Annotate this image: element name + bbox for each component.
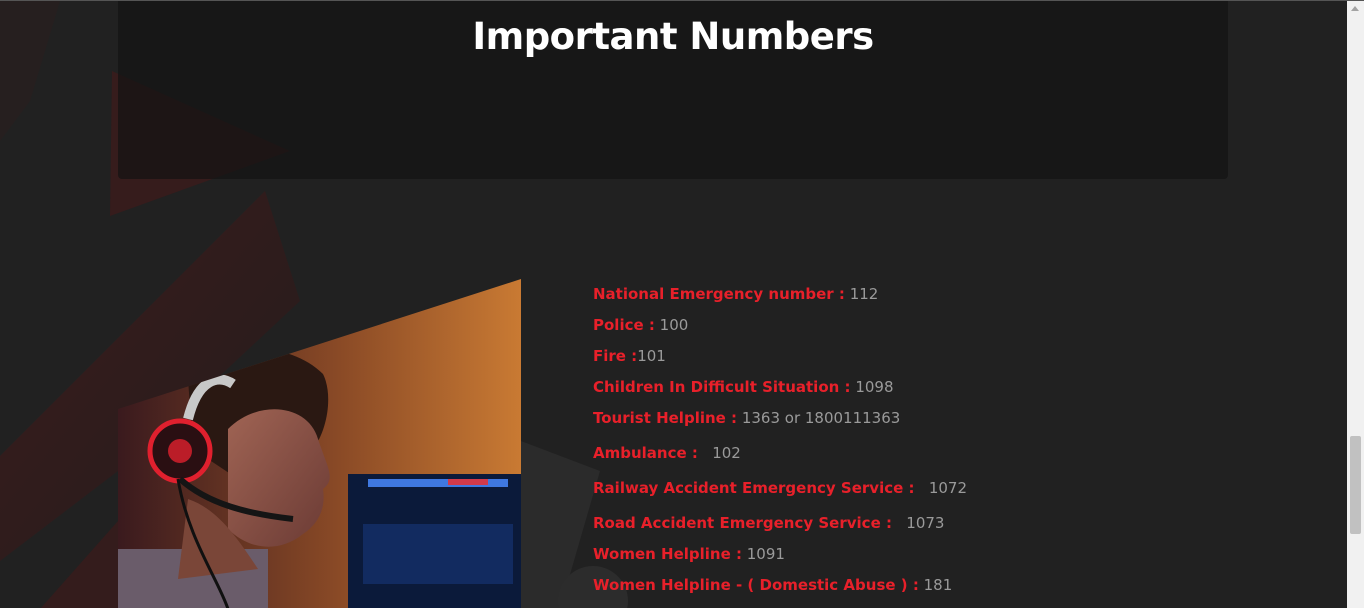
scrollbar-thumb[interactable] bbox=[1350, 436, 1361, 534]
number-value: 1098 bbox=[855, 378, 894, 396]
list-item: Railway Accident Emergency Service : 107… bbox=[593, 477, 967, 499]
list-item: Women Helpline : 1091 bbox=[593, 543, 785, 565]
number-value: 1091 bbox=[746, 545, 785, 563]
list-item: Police : 100 bbox=[593, 314, 688, 336]
list-item: Women Helpline - ( Domestic Abuse ) : 18… bbox=[593, 574, 952, 596]
vertical-scrollbar[interactable] bbox=[1347, 1, 1364, 608]
number-label: Women Helpline : bbox=[593, 545, 742, 563]
page-title: Important Numbers bbox=[472, 15, 874, 58]
number-label: Ambulance : bbox=[593, 444, 698, 462]
number-label: Road Accident Emergency Service : bbox=[593, 514, 892, 532]
page: Important Numbers National Emergency num… bbox=[0, 0, 1364, 608]
number-label: Police : bbox=[593, 316, 655, 334]
number-value: 102 bbox=[712, 444, 741, 462]
monitor-glow-2 bbox=[363, 524, 513, 584]
headset-operator-photo bbox=[118, 279, 521, 608]
number-value: 100 bbox=[659, 316, 689, 334]
number-label: Tourist Helpline : bbox=[593, 409, 738, 427]
number-value: 1072 bbox=[928, 479, 967, 497]
list-item: Tourist Helpline : 1363 or 1800111363 bbox=[593, 407, 900, 429]
list-item: National Emergency number : 112 bbox=[593, 283, 878, 305]
chevron-up-icon[interactable] bbox=[1351, 6, 1359, 11]
bg-triangle-mid bbox=[0, 1, 60, 141]
monitor-red-light bbox=[448, 479, 488, 485]
number-label: Women Helpline - ( Domestic Abuse ) : bbox=[593, 576, 919, 594]
number-value: 1363 or 1800111363 bbox=[741, 409, 901, 427]
headset-earpiece-center bbox=[168, 439, 192, 463]
list-item: Children In Difficult Situation : 1098 bbox=[593, 376, 894, 398]
number-value: 101 bbox=[637, 347, 666, 365]
number-label: National Emergency number : bbox=[593, 285, 845, 303]
list-item: Fire :101 bbox=[593, 345, 666, 367]
number-label: Fire : bbox=[593, 347, 638, 365]
list-item: Ambulance : 102 bbox=[593, 442, 741, 464]
list-item: Road Accident Emergency Service : 1073 bbox=[593, 512, 944, 534]
number-value: 1073 bbox=[906, 514, 945, 532]
number-label: Children In Difficult Situation : bbox=[593, 378, 851, 396]
number-label: Railway Accident Emergency Service : bbox=[593, 479, 915, 497]
number-value: 112 bbox=[849, 285, 879, 303]
number-value: 181 bbox=[923, 576, 953, 594]
